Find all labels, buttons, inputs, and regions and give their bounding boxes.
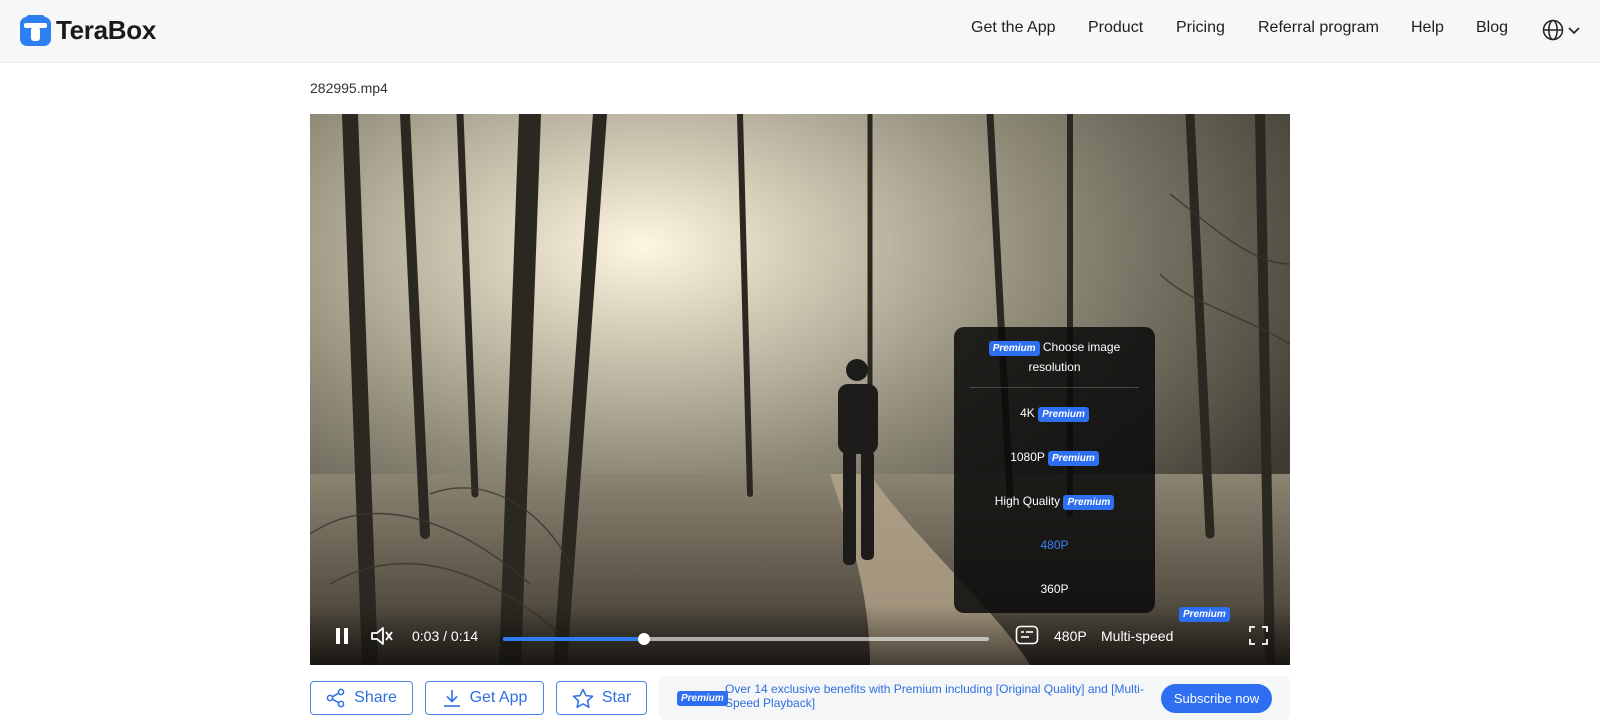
share-button[interactable]: Share <box>310 681 413 715</box>
premium-badge: Premium <box>1048 451 1099 466</box>
language-selector[interactable] <box>1542 19 1581 41</box>
premium-promo-banner: Premium Over 14 exclusive benefits with … <box>659 676 1290 720</box>
resolution-option-360p[interactable]: 360P <box>954 582 1155 596</box>
get-app-label: Get App <box>469 689 528 706</box>
mute-icon[interactable] <box>370 625 394 647</box>
resolution-option-label: 1080P <box>1010 450 1045 464</box>
star-button[interactable]: Star <box>556 681 647 715</box>
progress-fill <box>503 637 644 641</box>
subscribe-now-button[interactable]: Subscribe now <box>1161 684 1272 713</box>
nav-pricing[interactable]: Pricing <box>1176 19 1225 37</box>
progress-handle[interactable] <box>637 633 650 645</box>
premium-badge: Premium <box>1063 495 1115 510</box>
premium-badge: Premium <box>677 691 728 706</box>
download-icon <box>443 690 460 707</box>
terabox-logo[interactable]: TeraBox <box>20 14 156 46</box>
video-player[interactable]: Premium Choose image resolution 4K Premi… <box>310 114 1290 665</box>
promo-text: Over 14 exclusive benefits with Premium … <box>725 682 1144 710</box>
divider <box>970 387 1139 388</box>
brand-name: TeraBox <box>56 14 157 45</box>
nav-product[interactable]: Product <box>1088 19 1143 37</box>
resolution-option-label: 4K <box>1020 406 1035 420</box>
nav-get-the-app[interactable]: Get the App <box>971 19 1056 37</box>
multi-speed-button[interactable]: Multi-speed <box>1101 628 1173 644</box>
file-name: 282995.mp4 <box>310 80 388 96</box>
resolution-option-label: 360P <box>1040 582 1069 596</box>
progress-bar[interactable] <box>503 633 989 645</box>
chevron-down-icon <box>1568 27 1580 35</box>
resolution-option-label: High Quality <box>994 494 1061 508</box>
premium-badge: Premium <box>1038 407 1089 422</box>
globe-icon <box>1542 19 1564 41</box>
nav-referral-program[interactable]: Referral program <box>1258 19 1379 37</box>
time-display: 0:03 / 0:14 <box>412 628 479 644</box>
resolution-option-480p[interactable]: 480P <box>954 538 1155 552</box>
resolution-menu: Premium Choose image resolution 4K Premi… <box>954 327 1155 613</box>
resolution-option-1080p[interactable]: 1080P Premium <box>954 450 1155 466</box>
resolution-option-4k[interactable]: 4K Premium <box>954 406 1155 422</box>
share-label: Share <box>354 689 397 706</box>
premium-badge: Premium <box>1179 607 1230 622</box>
pause-icon[interactable] <box>334 627 350 645</box>
get-app-button[interactable]: Get App <box>425 681 544 715</box>
terabox-logo-icon <box>20 14 51 46</box>
star-label: Star <box>601 689 632 706</box>
share-icon <box>326 688 345 708</box>
subtitles-icon[interactable] <box>1015 625 1039 645</box>
top-header: TeraBox Get the App Product Pricing Refe… <box>0 0 1600 63</box>
resolution-option-label: 480P <box>1040 538 1069 552</box>
resolution-option-high-quality[interactable]: High Quality Premium <box>954 494 1155 510</box>
player-controls: 0:03 / 0:14 480P Multi-speed Premium <box>310 605 1290 665</box>
fullscreen-icon[interactable] <box>1249 626 1268 645</box>
nav-help[interactable]: Help <box>1411 19 1444 37</box>
star-icon <box>572 688 594 708</box>
resolution-menu-header: Premium Choose image resolution <box>954 337 1155 377</box>
resolution-menu-title: Choose image resolution <box>1028 340 1121 374</box>
premium-badge: Premium <box>988 341 1040 356</box>
nav-blog[interactable]: Blog <box>1476 19 1508 37</box>
quality-button[interactable]: 480P <box>1054 628 1087 644</box>
